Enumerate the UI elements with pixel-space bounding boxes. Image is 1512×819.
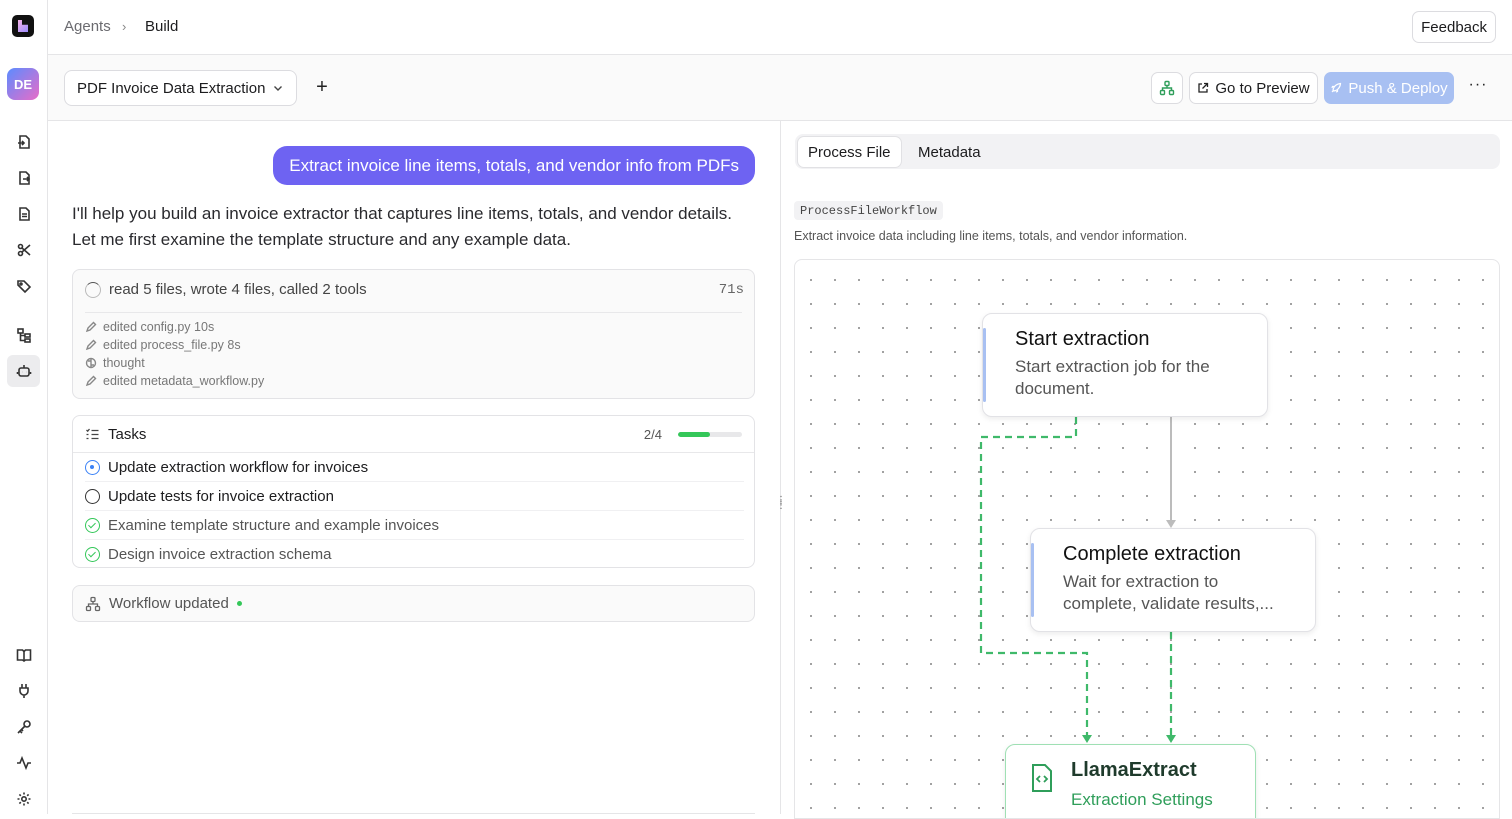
activity-log-text: edited process_file.py 8s (103, 338, 241, 352)
pencil-icon (85, 321, 97, 333)
breadcrumb-build: Build (145, 18, 179, 35)
workflow-graph-icon (85, 596, 101, 611)
document-icon[interactable] (12, 202, 36, 226)
task-label: Update tests for invoice extraction (108, 487, 334, 505)
activity-summary-text: read 5 files, wrote 4 files, called 2 to… (109, 281, 367, 298)
workflow-node-complete-extraction[interactable]: Complete extraction Wait for extraction … (1030, 528, 1316, 632)
agent-name: PDF Invoice Data Extraction (77, 79, 266, 97)
node-description: Start extraction job for the document. (1015, 357, 1210, 398)
scissors-icon[interactable] (12, 238, 36, 262)
go-to-preview-label: Go to Preview (1215, 79, 1310, 97)
more-options-button[interactable]: ··· (1468, 76, 1488, 100)
sidebar-rail: DE (0, 0, 48, 814)
push-deploy-button[interactable]: Push & Deploy (1324, 72, 1454, 104)
assistant-message-line: Let me first examine the template struct… (72, 230, 571, 249)
activity-log-text: edited config.py 10s (103, 320, 215, 334)
tasks-title: Tasks (108, 425, 147, 443)
chevron-right-icon: › (122, 19, 127, 34)
activity-log-item: thought (85, 356, 145, 370)
pending-circle-icon (85, 488, 100, 504)
task-item[interactable]: Update extraction workflow for invoices (85, 453, 744, 482)
brain-icon (85, 357, 97, 369)
user-message: Extract invoice line items, totals, and … (273, 146, 755, 185)
tab-process-file[interactable]: Process File (798, 137, 901, 167)
task-label: Design invoice extraction schema (108, 546, 332, 563)
workflow-updated-card[interactable]: Workflow updated (72, 585, 755, 622)
settings-icon[interactable] (12, 787, 36, 811)
activity-log-item: edited process_file.py 8s (85, 338, 241, 352)
workflow-node-start-extraction[interactable]: Start extraction Start extraction job fo… (982, 313, 1268, 417)
node-description: Wait for extraction to complete, validat… (1063, 572, 1274, 613)
workflow-view-button[interactable] (1151, 72, 1183, 104)
activity-log-text: thought (103, 356, 145, 370)
app-logo[interactable] (12, 15, 34, 37)
workflow-tree-icon[interactable] (12, 323, 36, 347)
pencil-icon (85, 375, 97, 387)
task-list-icon (86, 428, 99, 439)
top-bar: Agents › Build Feedback (48, 0, 1512, 55)
node-title: LlamaExtract (1071, 759, 1197, 781)
go-to-preview-button[interactable]: Go to Preview (1189, 72, 1318, 104)
node-title: Start extraction (1015, 328, 1150, 350)
tasks-count: 2/4 (643, 426, 662, 442)
status-dot (236, 601, 242, 606)
activity-log-item: edited metadata_workflow.py (85, 374, 264, 388)
add-agent-button[interactable]: + (310, 76, 334, 100)
push-deploy-label: Push & Deploy (1348, 79, 1448, 97)
tags-icon[interactable] (12, 274, 36, 298)
book-icon[interactable] (12, 643, 36, 667)
tasks-card: Tasks 2/4 Update extraction workflow for… (72, 415, 755, 568)
agent-toolbar: PDF Invoice Data Extraction + Go to Prev… (48, 55, 1512, 121)
feedback-button[interactable]: Feedback (1412, 11, 1496, 43)
workflow-description: Extract invoice data including line item… (794, 229, 1188, 243)
task-label: Update extraction workflow for invoices (108, 458, 369, 476)
agent-selector[interactable]: PDF Invoice Data Extraction (64, 70, 297, 106)
tasks-progress-fill (678, 431, 710, 437)
spinner-icon (85, 281, 101, 298)
in-progress-icon (85, 459, 100, 475)
file-export-icon[interactable] (12, 166, 36, 190)
tab-metadata[interactable]: Metadata (908, 137, 991, 167)
activity-icon[interactable] (12, 751, 36, 775)
activity-log-item: edited config.py 10s (85, 320, 214, 334)
assistant-message: I'll help you build an invoice extractor… (72, 201, 762, 253)
node-description: Extraction Settings (1071, 790, 1213, 809)
assistant-message-line: I'll help you build an invoice extractor… (72, 204, 732, 223)
file-import-icon[interactable] (12, 130, 36, 154)
external-link-icon (1198, 82, 1209, 93)
rocket-icon (1331, 82, 1342, 93)
workflow-tabs: Process File Metadata (795, 134, 1500, 169)
avatar[interactable]: DE (7, 68, 39, 100)
tasks-progress-bar (678, 431, 742, 437)
chevron-down-icon (274, 86, 282, 91)
check-circle-icon (85, 547, 100, 562)
task-label: Examine template structure and example i… (108, 516, 439, 534)
workflow-canvas[interactable]: Start extraction Start extraction job fo… (794, 259, 1500, 819)
activity-summary[interactable]: read 5 files, wrote 4 files, called 2 to… (72, 269, 755, 399)
workflow-graph-icon (1159, 80, 1175, 96)
activity-log-text: edited metadata_workflow.py (103, 374, 265, 388)
plug-icon[interactable] (12, 679, 36, 703)
task-item[interactable]: Examine template structure and example i… (85, 511, 744, 540)
breadcrumb-agents[interactable]: Agents (64, 18, 111, 35)
task-item[interactable]: Update tests for invoice extraction (85, 482, 744, 511)
robot-icon[interactable] (7, 355, 40, 387)
workflow-panel: Process File Metadata ProcessFileWorkflo… (781, 121, 1512, 819)
code-file-icon (1032, 764, 1052, 792)
workflow-node-llamaextract[interactable]: LlamaExtract Extraction Settings (1005, 744, 1256, 818)
workflow-id: ProcessFileWorkflow (794, 201, 943, 220)
pencil-icon (85, 339, 97, 351)
check-circle-icon (85, 517, 100, 533)
chat-panel: Extract invoice line items, totals, and … (48, 121, 780, 814)
workflow-updated-text: Workflow updated (109, 595, 229, 612)
activity-elapsed: 71s (718, 281, 744, 298)
task-item[interactable]: Design invoice extraction schema (85, 540, 744, 569)
node-title: Complete extraction (1063, 543, 1241, 565)
key-icon[interactable] (12, 715, 36, 739)
